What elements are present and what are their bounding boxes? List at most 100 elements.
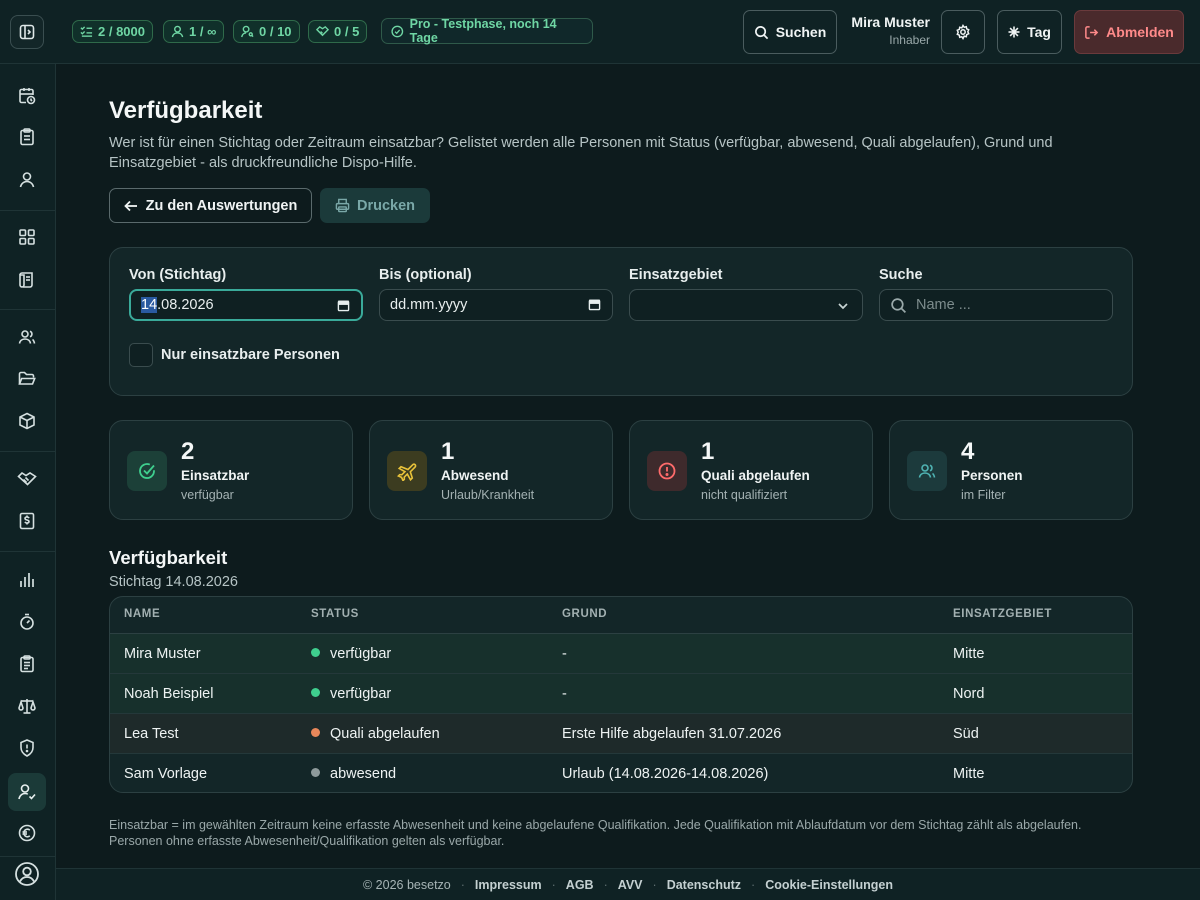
only-available-checkbox[interactable] xyxy=(129,343,153,367)
column-header-status[interactable]: STATUS xyxy=(311,608,359,620)
cell-reason: - xyxy=(562,646,567,662)
stat-subtitle: Urlaub/Krankheit xyxy=(441,488,535,502)
box-icon xyxy=(19,412,35,430)
handshake-icon xyxy=(17,471,37,486)
sidebar-item-profile[interactable] xyxy=(8,161,46,199)
to-date-input[interactable]: dd.mm.yyyy xyxy=(379,289,613,321)
footer-separator: · xyxy=(603,877,608,892)
table-row[interactable]: Mira Muster verfügbar - Mitte xyxy=(110,634,1132,674)
column-header-area[interactable]: EINSATZGEBIET xyxy=(953,608,1052,620)
stat-subtitle: im Filter xyxy=(961,488,1006,502)
copyright: © 2026 besetzo xyxy=(363,877,451,892)
scroll-icon xyxy=(19,272,33,288)
footer-link-avv[interactable]: AVV xyxy=(618,878,643,892)
calendar-icon[interactable] xyxy=(337,299,350,312)
name-search-input[interactable]: Name ... xyxy=(879,289,1113,321)
stat-card-persons: 4 Personen im Filter xyxy=(889,420,1133,520)
sidebar-item-calendar[interactable] xyxy=(8,77,46,115)
printer-icon xyxy=(335,198,350,213)
sidebar-item-checklist[interactable] xyxy=(8,645,46,683)
stat-card-expired: 1 Quali abgelaufen nicht qualifiziert xyxy=(629,420,873,520)
clipboard-icon xyxy=(20,128,34,146)
plane-icon xyxy=(397,463,417,481)
from-date-input[interactable]: 14.08.2026 xyxy=(129,289,363,321)
cell-area: Süd xyxy=(953,726,979,742)
table-row[interactable]: Noah Beispiel verfügbar - Nord xyxy=(110,674,1132,714)
cell-status: abwesend xyxy=(311,766,396,782)
user-info[interactable]: Mira Muster Inhaber xyxy=(840,14,930,47)
panel-left-icon xyxy=(19,24,35,40)
page-description: Wer ist für einen Stichtag oder Zeitraum… xyxy=(109,135,1053,171)
status-dot xyxy=(311,768,320,777)
dollar-receipt-icon xyxy=(19,512,35,530)
sidebar-item-availability[interactable] xyxy=(8,773,46,811)
list-check-icon xyxy=(80,26,93,37)
plan-badge[interactable]: Pro - Testphase, noch 14 Tage xyxy=(381,17,593,45)
footer-separator: · xyxy=(652,877,657,892)
cell-name: Sam Vorlage xyxy=(124,766,208,782)
search-button[interactable]: Suchen xyxy=(743,10,837,54)
sidebar-item-reports[interactable] xyxy=(8,561,46,599)
column-header-name[interactable]: NAME xyxy=(124,608,160,620)
settings-button[interactable] xyxy=(941,10,985,54)
sidebar-item-legal[interactable] xyxy=(8,687,46,725)
sidebar-item-partners[interactable] xyxy=(8,460,46,498)
sidebar-item-inventory[interactable] xyxy=(8,402,46,440)
page-title: Verfügbarkeit xyxy=(109,97,263,124)
quota-value: 0 / 5 xyxy=(334,24,360,39)
quota-value: 2 / 8000 xyxy=(98,24,145,39)
calendar-icon[interactable] xyxy=(588,298,601,311)
status-label: Quali abgelaufen xyxy=(330,726,440,742)
quota-value: 0 / 10 xyxy=(259,24,292,39)
table-row[interactable]: Sam Vorlage abwesend Urlaub (14.08.2026-… xyxy=(110,754,1132,792)
quota-badge-partners: 0 / 5 xyxy=(308,20,368,43)
sidebar-item-finance[interactable] xyxy=(8,814,46,852)
sidebar-item-staff[interactable] xyxy=(8,318,46,356)
stat-title: Quali abgelaufen xyxy=(701,468,810,483)
sidebar-item-billing[interactable] xyxy=(8,502,46,540)
footer-link-datenschutz[interactable]: Datenschutz xyxy=(667,878,741,892)
users-icon xyxy=(18,330,36,344)
footnote: Einsatzbar = im gewählten Zeitraum keine… xyxy=(109,818,1082,848)
column-header-reason[interactable]: GRUND xyxy=(562,608,607,620)
gear-icon xyxy=(956,24,970,40)
availability-table: NAME STATUS GRUND EINSATZGEBIET Mira Mus… xyxy=(109,596,1133,793)
calendar-clock-icon xyxy=(19,88,36,105)
table-row[interactable]: Lea Test Quali abgelaufen Erste Hilfe ab… xyxy=(110,714,1132,754)
sidebar-divider xyxy=(0,309,56,310)
status-label: verfügbar xyxy=(330,646,392,662)
sidebar-item-account[interactable] xyxy=(8,855,46,893)
sidebar-item-documents[interactable] xyxy=(8,261,46,299)
cell-status: Quali abgelaufen xyxy=(311,726,440,742)
back-to-reports-button[interactable]: Zu den Auswertungen xyxy=(109,188,312,223)
search-button-label: Suchen xyxy=(775,24,827,40)
footer-link-agb[interactable]: AGB xyxy=(566,878,594,892)
stat-subtitle: nicht qualifiziert xyxy=(701,488,788,502)
users-icon xyxy=(918,464,936,478)
sidebar-item-time[interactable] xyxy=(8,603,46,641)
only-available-label[interactable]: Nur einsatzbare Personen xyxy=(161,347,340,363)
area-select[interactable] xyxy=(629,289,863,321)
print-button[interactable]: Drucken xyxy=(320,188,430,223)
status-dot xyxy=(311,648,320,657)
sidebar-item-security[interactable] xyxy=(8,729,46,767)
stat-value: 1 xyxy=(441,438,455,465)
sidebar-toggle-button[interactable] xyxy=(10,15,44,49)
sidebar-item-dashboard[interactable] xyxy=(8,218,46,256)
table-header: NAME STATUS GRUND EINSATZGEBIET xyxy=(110,597,1132,634)
grid-icon xyxy=(19,229,35,245)
footer-link-impressum[interactable]: Impressum xyxy=(475,878,542,892)
footer-link-cookies[interactable]: Cookie-Einstellungen xyxy=(765,878,893,892)
theme-toggle-button[interactable]: Tag xyxy=(997,10,1062,54)
sidebar-item-tasks[interactable] xyxy=(8,118,46,156)
bar-chart-icon xyxy=(20,573,34,587)
cell-name: Lea Test xyxy=(124,726,179,742)
from-date-label: Von (Stichtag) xyxy=(129,267,227,283)
logout-button[interactable]: Abmelden xyxy=(1074,10,1184,54)
stat-subtitle: verfügbar xyxy=(181,488,234,502)
from-date-rest: .08.2026 xyxy=(157,297,214,313)
status-dot xyxy=(311,688,320,697)
arrow-left-icon xyxy=(123,200,137,211)
sidebar-item-folders[interactable] xyxy=(8,360,46,398)
user-check-icon xyxy=(18,784,36,800)
